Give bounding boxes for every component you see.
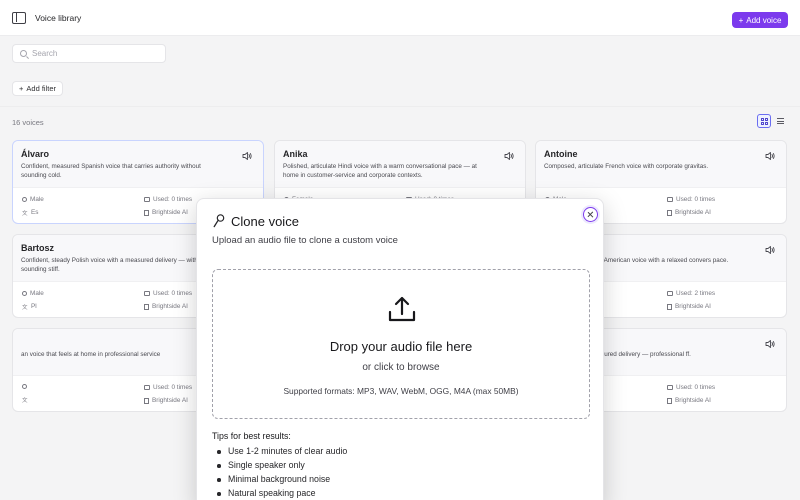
plus-icon: + xyxy=(738,15,744,25)
tip-item: Minimal background noise xyxy=(217,472,347,486)
microphone-icon xyxy=(213,214,225,228)
dialog-subtitle: Upload an audio file to clone a custom v… xyxy=(212,235,398,246)
browse-link[interactable]: or click to browse xyxy=(213,362,589,373)
tips-list: Use 1-2 minutes of clear audio Single sp… xyxy=(217,444,347,500)
file-dropzone[interactable]: Drop your audio file here or click to br… xyxy=(212,269,590,419)
tip-item: Natural speaking pace xyxy=(217,486,347,500)
tip-item: Single speaker only xyxy=(217,458,347,472)
add-voice-label: Add voice xyxy=(746,15,782,25)
dialog-title: Clone voice xyxy=(231,214,299,229)
top-bar: Voice library + Add voice xyxy=(0,0,800,36)
close-button[interactable] xyxy=(583,207,598,222)
page-title: Voice library xyxy=(35,13,82,23)
add-voice-button[interactable]: + Add voice xyxy=(732,12,788,28)
upload-icon xyxy=(388,296,416,322)
tip-item: Use 1-2 minutes of clear audio xyxy=(217,444,347,458)
clone-voice-dialog: Clone voice Upload an audio file to clon… xyxy=(196,198,604,500)
dropzone-heading: Drop your audio file here xyxy=(329,339,473,354)
sidebar-toggle-icon[interactable] xyxy=(12,12,26,24)
supported-formats: Supported formats: MP3, WAV, WebM, OGG, … xyxy=(283,386,519,396)
tips-title: Tips for best results: xyxy=(212,431,291,441)
